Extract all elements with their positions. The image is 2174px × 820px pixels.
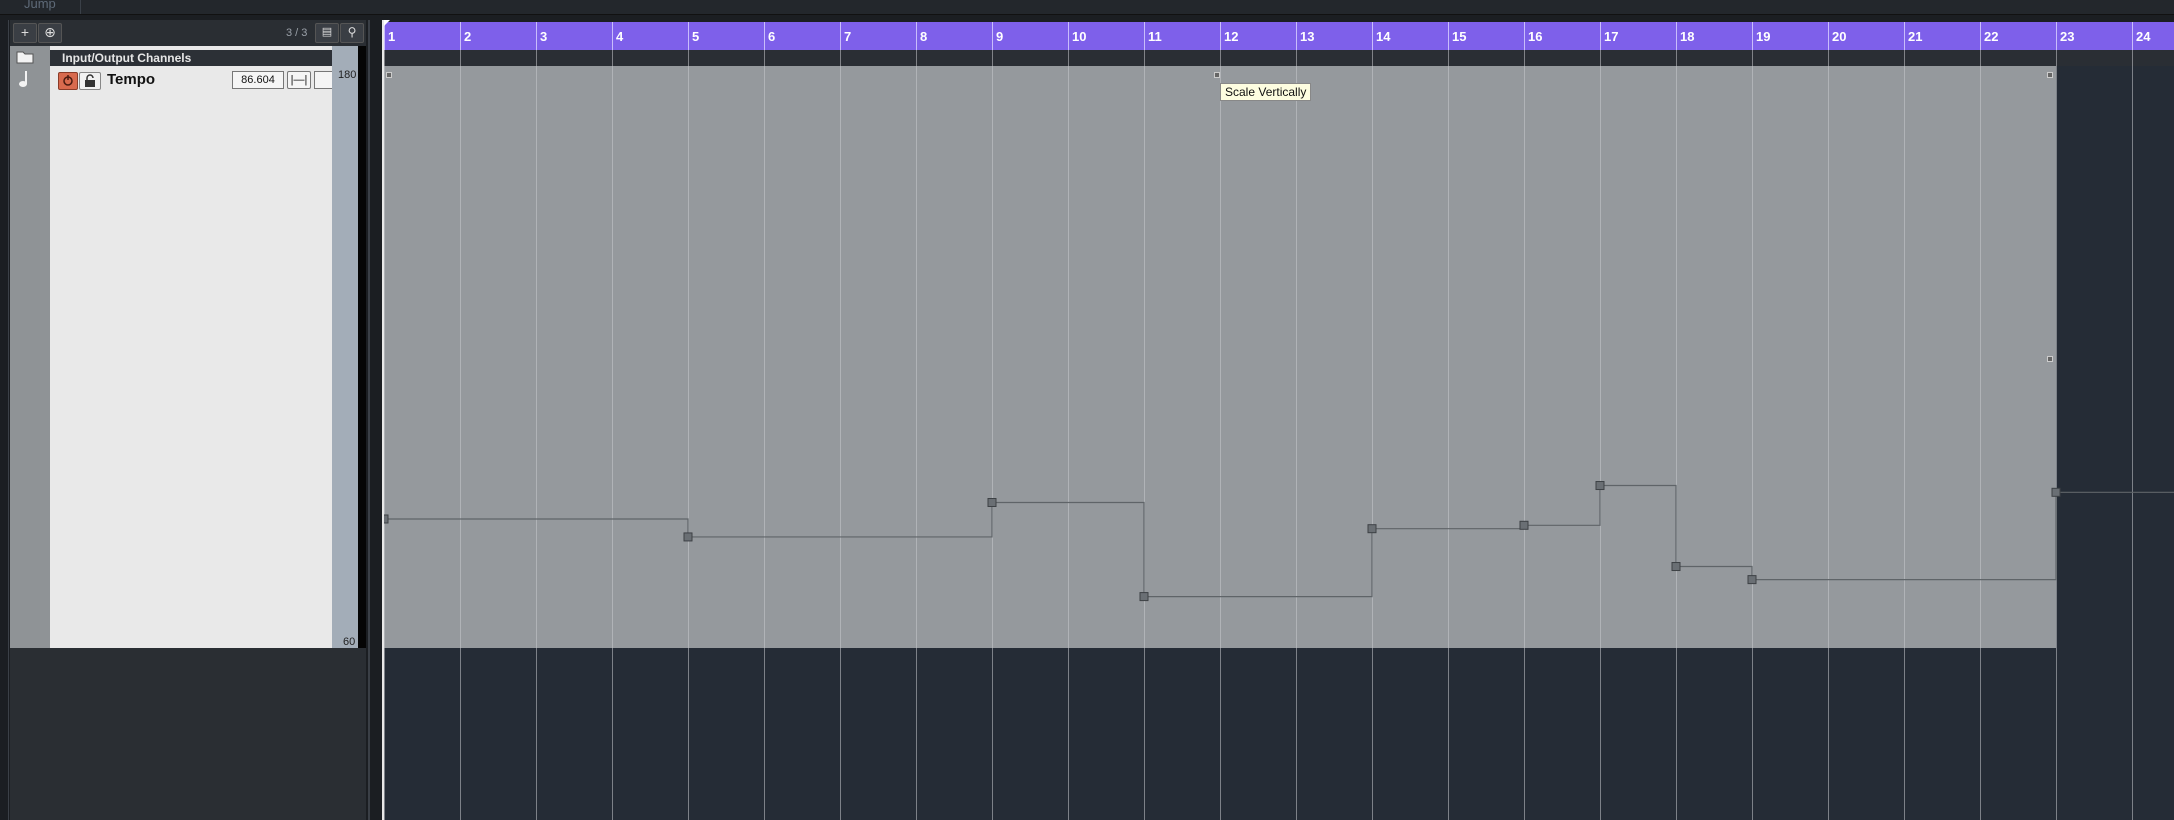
cursor-line xyxy=(382,20,384,820)
ruler-bar-number: 10 xyxy=(1072,29,1087,44)
mute-button[interactable] xyxy=(58,72,78,90)
ruler-bar-number: 4 xyxy=(616,29,624,44)
track-list-empty-area[interactable] xyxy=(10,648,366,820)
ruler-bar-tick xyxy=(612,22,613,50)
tempo-scale-max: 180 xyxy=(338,69,357,81)
ruler-bar-tick xyxy=(1448,22,1449,50)
track-visibility-icon[interactable]: ▤ xyxy=(315,23,339,43)
lane-right-mid-handle[interactable] xyxy=(2047,356,2053,362)
top-strip-divider xyxy=(80,0,81,14)
ruler-bar-tick xyxy=(2132,22,2133,50)
ruler-bar-tick xyxy=(916,22,917,50)
scale-vertically-handle[interactable] xyxy=(1214,72,1220,78)
tempo-point[interactable] xyxy=(683,532,693,542)
track-count: 3 / 3 xyxy=(286,27,308,39)
jump-label[interactable]: Jump xyxy=(24,0,56,11)
level-meter-strip xyxy=(358,46,366,648)
ruler-bar-tick xyxy=(1068,22,1069,50)
ruler-bar-tick xyxy=(1144,22,1145,50)
ruler-bar-number: 23 xyxy=(2060,29,2075,44)
ruler-bar-number: 21 xyxy=(1908,29,1923,44)
power-icon xyxy=(63,75,73,86)
tempo-curve-line xyxy=(384,484,2174,598)
tempo-point[interactable] xyxy=(1367,524,1377,534)
ruler-bar-tick xyxy=(2056,22,2057,50)
ruler-bar-tick xyxy=(1524,22,1525,50)
tempo-point[interactable] xyxy=(1671,562,1681,572)
tempo-point[interactable] xyxy=(1747,575,1757,585)
ruler-bar-number: 6 xyxy=(768,29,776,44)
track-list-area[interactable] xyxy=(50,46,332,648)
ruler-bar-number: 15 xyxy=(1452,29,1467,44)
tempo-point[interactable] xyxy=(2051,487,2061,497)
ruler-bar-number: 7 xyxy=(844,29,852,44)
ruler-bar-number: 19 xyxy=(1756,29,1771,44)
tempo-point[interactable] xyxy=(1139,592,1149,602)
panel-divider[interactable] xyxy=(368,20,370,820)
tempo-curve[interactable] xyxy=(382,66,2174,648)
ruler-bar-number: 8 xyxy=(920,29,928,44)
tempo-point[interactable] xyxy=(987,498,997,507)
track-list-toolbar: + ⊕ ▤ ⚲ xyxy=(10,20,366,46)
ruler-bar-number: 5 xyxy=(692,29,700,44)
tempo-extra-button[interactable] xyxy=(314,71,334,89)
ruler-bar-tick xyxy=(764,22,765,50)
ruler-bar-number: 3 xyxy=(540,29,548,44)
tempo-point[interactable] xyxy=(1595,481,1605,491)
tempo-value-field[interactable]: 86.604 xyxy=(232,71,284,89)
bar-ruler[interactable]: 1 2 3 4 5 6 7 8 9 10 11 12 13 14 15 16 17 18 19 20 21 22 23 24 xyxy=(382,22,2174,50)
ruler-bar-number: 9 xyxy=(996,29,1004,44)
track-icons-column xyxy=(10,46,50,648)
lane-top-right-handle[interactable] xyxy=(2047,72,2053,78)
tempo-scale-min: 60 xyxy=(343,636,356,648)
ruler-bar-tick xyxy=(1980,22,1981,50)
ruler-bar-tick xyxy=(1600,22,1601,50)
ruler-bar-number: 20 xyxy=(1832,29,1847,44)
top-strip: Jump xyxy=(0,0,2174,15)
lane-top-left-handle[interactable] xyxy=(386,72,392,78)
ruler-bar-number: 22 xyxy=(1984,29,1999,44)
folder-track-name: Input/Output Channels xyxy=(62,51,192,65)
ruler-bar-number: 16 xyxy=(1528,29,1543,44)
ruler-bar-tick xyxy=(1372,22,1373,50)
ruler-bar-number: 24 xyxy=(2136,29,2151,44)
tempo-track-name: Tempo xyxy=(107,71,156,88)
add-track-from-preset-button[interactable]: ⊕ xyxy=(38,23,62,43)
ruler-bar-tick xyxy=(992,22,993,50)
ruler-bar-tick xyxy=(536,22,537,50)
ruler-bar-number: 17 xyxy=(1604,29,1619,44)
tooltip: Scale Vertically xyxy=(1220,83,1312,101)
lock-button[interactable] xyxy=(79,72,101,90)
ruler-bar-number: 13 xyxy=(1300,29,1315,44)
tempo-point[interactable] xyxy=(1519,520,1529,530)
ruler-bar-number: 14 xyxy=(1376,29,1391,44)
tempo-scale-strip[interactable] xyxy=(332,46,358,648)
ruler-bar-tick xyxy=(840,22,841,50)
range-icon[interactable]: |—| xyxy=(287,71,311,89)
search-icon[interactable]: ⚲ xyxy=(340,23,364,43)
track-list-border xyxy=(8,20,9,820)
lock-icon xyxy=(85,74,95,87)
ruler-bar-tick xyxy=(1828,22,1829,50)
ruler-bar-number: 2 xyxy=(464,29,472,44)
ruler-bar-number: 11 xyxy=(1148,29,1162,44)
add-track-button[interactable]: + xyxy=(13,23,37,43)
ruler-bar-tick xyxy=(460,22,461,50)
ruler-bar-tick xyxy=(1904,22,1905,50)
ruler-bar-tick xyxy=(1220,22,1221,50)
folder-icon xyxy=(16,51,34,64)
ruler-bar-number: 1 xyxy=(388,29,396,44)
ruler-bar-number: 12 xyxy=(1224,29,1239,44)
ruler-bar-tick xyxy=(688,22,689,50)
ruler-bar-tick xyxy=(1676,22,1677,50)
ruler-bar-tick xyxy=(1752,22,1753,50)
ruler-bar-tick xyxy=(1296,22,1297,50)
tempo-note-icon xyxy=(19,71,27,87)
ruler-bar-number: 18 xyxy=(1680,29,1695,44)
